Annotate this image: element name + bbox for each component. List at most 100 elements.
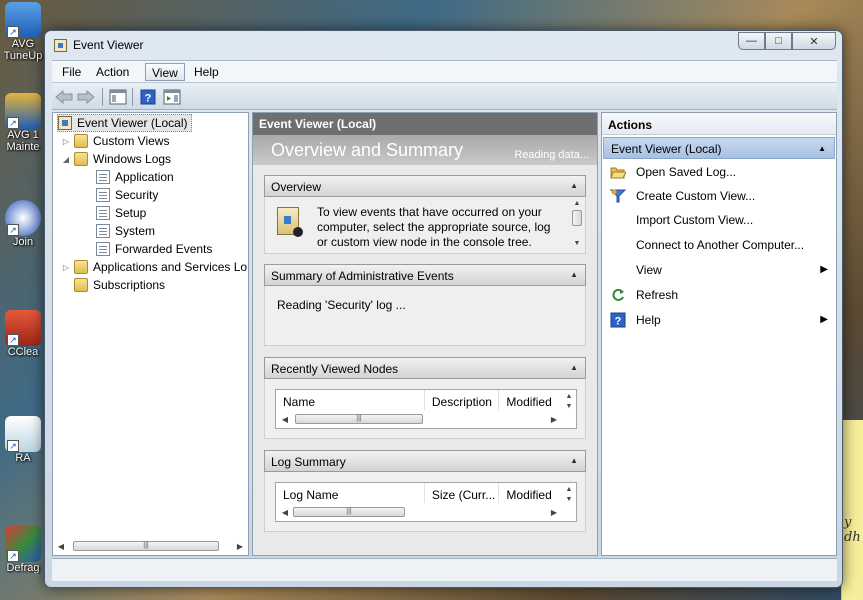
tree-item-windows-logs[interactable]: ◢ Windows Logs xyxy=(61,150,171,168)
scroll-thumb[interactable]: ||| xyxy=(73,541,219,551)
close-button[interactable]: ✕ xyxy=(792,32,836,50)
action-view[interactable]: View ▶ xyxy=(604,259,834,281)
action-create-custom-view[interactable]: Create Custom View... xyxy=(604,185,834,207)
column-header-modified[interactable]: Modified xyxy=(499,390,562,410)
tree-item-applications-and-services-logs[interactable]: ▷ Applications and Services Lo xyxy=(61,258,248,276)
desktop-icon-ccleaner[interactable]: ↗ CClea xyxy=(0,310,46,358)
back-button[interactable] xyxy=(54,87,74,106)
column-header-description[interactable]: Description xyxy=(425,390,500,410)
event-viewer-icon xyxy=(58,116,72,130)
center-pane: Event Viewer (Local) Overview and Summar… xyxy=(252,112,598,556)
folder-open-icon xyxy=(610,164,626,180)
tree-item-forwarded-events[interactable]: Forwarded Events xyxy=(96,240,212,258)
scroll-left-icon[interactable]: ◀ xyxy=(55,542,67,551)
scroll-right-icon[interactable]: ▶ xyxy=(548,508,560,517)
grid-horizontal-scrollbar[interactable]: ◀ ||| ▶ xyxy=(279,413,560,425)
grid-horizontal-scrollbar[interactable]: ◀ ||| ▶ xyxy=(279,506,560,518)
action-open-saved-log[interactable]: Open Saved Log... xyxy=(604,161,834,183)
desktop-icon-join[interactable]: ↗ Join xyxy=(0,200,46,248)
tree-item-label: Application xyxy=(115,170,174,184)
overview-vertical-scrollbar[interactable]: ▲ ▼ xyxy=(571,200,583,250)
collapse-caret-icon[interactable]: ▲ xyxy=(818,144,826,153)
log-summary-section-body: Log Name Size (Curr... Modified ▲ ▼ ◀ |||… xyxy=(264,472,586,532)
collapse-caret-icon[interactable]: ▲ xyxy=(570,181,578,190)
scroll-track[interactable]: ||| xyxy=(291,414,548,424)
column-header-log-name[interactable]: Log Name xyxy=(276,483,425,503)
center-body: Overview ▲ To view events that have occu… xyxy=(253,165,597,555)
tree-item-subscriptions[interactable]: Subscriptions xyxy=(74,276,165,294)
overview-section-body: To view events that have occurred on you… xyxy=(264,197,586,254)
grid-vertical-scroll[interactable]: ▲ ▼ xyxy=(562,483,576,507)
column-header-size[interactable]: Size (Curr... xyxy=(425,483,500,503)
tree-item-security[interactable]: Security xyxy=(96,186,158,204)
desktop-icon-defrag[interactable]: ↗ Defrag xyxy=(0,526,46,574)
scroll-thumb[interactable]: ||| xyxy=(293,507,405,517)
scroll-up-icon[interactable]: ▲ xyxy=(574,200,581,210)
actions-header: Actions xyxy=(602,113,836,135)
collapse-icon[interactable]: ◢ xyxy=(61,155,71,164)
recently-viewed-section-header[interactable]: Recently Viewed Nodes ▲ xyxy=(264,357,586,379)
scroll-right-icon[interactable]: ▶ xyxy=(548,415,560,424)
tree-horizontal-scrollbar[interactable]: ◀ ||| ▶ xyxy=(55,539,246,553)
scroll-track[interactable]: ||| xyxy=(67,541,234,551)
tree-item-application[interactable]: Application xyxy=(96,168,174,186)
defrag-icon: ↗ xyxy=(5,526,41,562)
shortcut-arrow-icon: ↗ xyxy=(7,334,19,346)
desktop-icon-avg-tuneup[interactable]: ↗ AVG TuneUp xyxy=(0,2,46,62)
action-help[interactable]: ? Help ▶ xyxy=(604,309,834,331)
avg-maintenance-icon: ↗ xyxy=(5,93,41,129)
maximize-button[interactable]: □ xyxy=(765,32,792,50)
desktop-icon-avg-maintenance[interactable]: ↗ AVG 1 Mainte xyxy=(0,93,46,153)
collapse-caret-icon[interactable]: ▲ xyxy=(570,456,578,465)
menu-action[interactable]: Action xyxy=(90,63,135,81)
log-summary-section-header[interactable]: Log Summary ▲ xyxy=(264,450,586,472)
show-hide-console-tree-button[interactable] xyxy=(108,87,128,106)
action-connect-to-another-computer[interactable]: Connect to Another Computer... xyxy=(604,234,834,256)
scroll-left-icon[interactable]: ◀ xyxy=(279,415,291,424)
collapse-caret-icon[interactable]: ▲ xyxy=(570,270,578,279)
desktop-icon-ra[interactable]: ↗ RA xyxy=(0,416,46,464)
column-header-name[interactable]: Name xyxy=(276,390,425,410)
scroll-right-icon[interactable]: ▶ xyxy=(234,542,246,551)
scroll-left-icon[interactable]: ◀ xyxy=(279,508,291,517)
tree-item-setup[interactable]: Setup xyxy=(96,204,146,222)
menu-file[interactable]: File xyxy=(56,63,87,81)
show-hide-action-pane-button[interactable] xyxy=(162,87,182,106)
scroll-thumb[interactable]: ||| xyxy=(295,414,423,424)
menu-help[interactable]: Help xyxy=(188,63,225,81)
minimize-button[interactable]: — xyxy=(738,32,765,50)
submenu-arrow-icon: ▶ xyxy=(820,264,828,275)
overview-section-header[interactable]: Overview ▲ xyxy=(264,175,586,197)
action-import-custom-view[interactable]: Import Custom View... xyxy=(604,209,834,231)
folder-icon xyxy=(74,278,88,292)
grid-vertical-scroll[interactable]: ▲ ▼ xyxy=(562,390,576,414)
event-viewer-app-icon[interactable] xyxy=(54,39,67,52)
scroll-track[interactable]: ||| xyxy=(291,507,548,517)
summary-section-header[interactable]: Summary of Administrative Events ▲ xyxy=(264,264,586,286)
scroll-down-icon[interactable]: ▼ xyxy=(574,240,581,250)
action-refresh[interactable]: Refresh xyxy=(604,284,834,306)
tree-item-label: Windows Logs xyxy=(93,152,172,166)
tree-item-event-viewer-local[interactable]: Event Viewer (Local) xyxy=(57,114,192,132)
tree-item-system[interactable]: System xyxy=(96,222,155,240)
menu-view[interactable]: View xyxy=(145,63,185,81)
column-header-modified[interactable]: Modified xyxy=(499,483,562,503)
expand-icon[interactable]: ▷ xyxy=(61,263,71,272)
tree-item-custom-views[interactable]: ▷ Custom Views xyxy=(61,132,169,150)
sticky-note[interactable]: y dh xyxy=(841,420,863,600)
filter-icon xyxy=(610,188,626,204)
collapse-caret-icon[interactable]: ▲ xyxy=(570,363,578,372)
recently-viewed-grid: Name Description Modified ▲ ▼ ◀ ||| ▶ xyxy=(275,389,577,429)
help-button[interactable]: ? xyxy=(138,87,158,106)
expand-icon[interactable]: ▷ xyxy=(61,137,71,146)
forward-button[interactable] xyxy=(76,87,96,106)
shortcut-arrow-icon: ↗ xyxy=(7,26,19,38)
actions-group-event-viewer-local[interactable]: Event Viewer (Local) ▲ xyxy=(603,137,835,159)
actions-pane: Actions Event Viewer (Local) ▲ Open Save… xyxy=(601,112,837,556)
scroll-thumb[interactable] xyxy=(572,210,582,226)
log-icon xyxy=(96,188,110,202)
summary-status-text: Reading 'Security' log ... xyxy=(277,298,406,312)
window-title: Event Viewer xyxy=(73,38,144,52)
grid-header-row: Name Description Modified xyxy=(276,390,562,410)
title-bar[interactable]: Event Viewer — □ ✕ xyxy=(45,31,842,59)
